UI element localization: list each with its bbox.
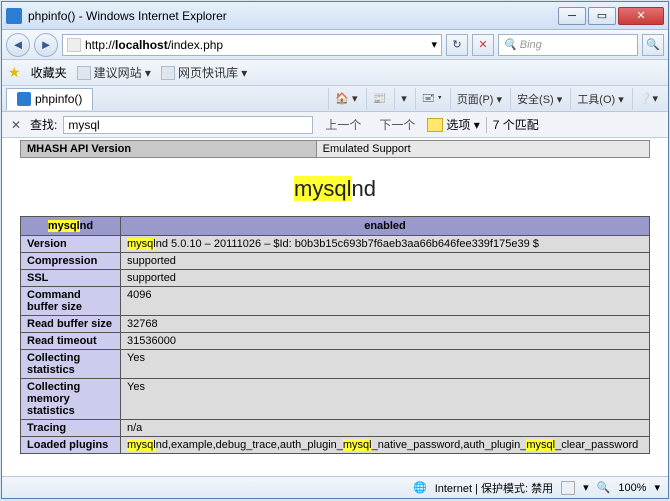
find-label: 查找: <box>30 116 57 133</box>
slice-icon <box>161 66 175 80</box>
mhash-key: MHASH API Version <box>21 141 317 158</box>
status-bar: 🌐 Internet | 保护模式: 禁用 ▾ 🔍 100% ▾ <box>2 476 668 498</box>
favorites-bar: ★ 收藏夹 建议网站 ▾ 网页快讯库 ▾ <box>2 60 668 86</box>
mhash-table: MHASH API Version Emulated Support <box>20 140 650 158</box>
tab-phpinfo[interactable]: phpinfo() <box>6 88 93 110</box>
table-row-value: Yes <box>121 350 650 379</box>
titlebar: phpinfo() - Windows Internet Explorer ─ … <box>2 2 668 30</box>
table-row-value: 32768 <box>121 316 650 333</box>
table-row-key: Collecting statistics <box>21 350 121 379</box>
page-icon <box>67 38 81 52</box>
ie-icon <box>6 8 22 24</box>
table-row-value: mysqlnd 5.0.10 – 20111026 – $Id: b0b3b15… <box>121 236 650 253</box>
address-bar[interactable]: http://localhost/index.php ▾ <box>62 34 442 56</box>
section-heading-mysqlnd: mysqlnd <box>20 176 650 202</box>
page-content: MHASH API Version Emulated Support mysql… <box>2 138 668 476</box>
find-match-count: 7 个匹配 <box>493 116 539 133</box>
table-row-key: Version <box>21 236 121 253</box>
mysqlnd-table: mysqlnd enabled Versionmysqlnd 5.0.10 – … <box>20 216 650 454</box>
table-row-key: Tracing <box>21 420 121 437</box>
highlight-icon <box>427 118 443 132</box>
zoom-icon[interactable]: 🔍 <box>597 481 611 494</box>
search-box[interactable]: 🔍 Bing <box>498 34 638 56</box>
fav-suggested-sites[interactable]: 建议网站 ▾ <box>77 64 151 81</box>
table-row-key: Collecting memory statistics <box>21 379 121 420</box>
zoom-dropdown[interactable]: ▾ <box>583 481 589 494</box>
search-icon: 🔍 <box>503 38 517 51</box>
refresh-button[interactable]: ↻ <box>446 34 468 56</box>
url-text: http://localhost/index.php <box>85 38 427 52</box>
print-button[interactable]: 🖃 ▾ <box>415 88 448 110</box>
find-bar: ✕ 查找: 上一个 下一个 选项 ▾ 7 个匹配 <box>2 112 668 138</box>
tools-menu[interactable]: 工具(O) ▾ <box>570 88 629 110</box>
table-row-value: supported <box>121 253 650 270</box>
table-header-enabled: enabled <box>121 217 650 236</box>
table-row-value: Yes <box>121 379 650 420</box>
read-mail-button[interactable]: ▾ <box>394 88 413 110</box>
window-title: phpinfo() - Windows Internet Explorer <box>28 9 556 23</box>
safety-menu[interactable]: 安全(S) ▾ <box>510 88 568 110</box>
table-row-value: 4096 <box>121 287 650 316</box>
page-menu[interactable]: 页面(P) ▾ <box>450 88 508 110</box>
security-zone: Internet | 保护模式: 禁用 <box>435 480 553 496</box>
table-row-key: Compression <box>21 253 121 270</box>
close-button[interactable]: ✕ <box>618 7 664 25</box>
table-row-key: Read timeout <box>21 333 121 350</box>
find-prev-button[interactable]: 上一个 <box>319 114 367 135</box>
stop-button[interactable]: ✕ <box>472 34 494 56</box>
table-row-key: Read buffer size <box>21 316 121 333</box>
favorites-star-icon[interactable]: ★ <box>8 64 21 81</box>
tab-bar: phpinfo() 🏠 ▾ 📰 ▾ 🖃 ▾ 页面(P) ▾ 安全(S) ▾ 工具… <box>2 86 668 112</box>
find-next-button[interactable]: 下一个 <box>373 114 421 135</box>
search-placeholder: Bing <box>520 39 542 51</box>
mhash-val: Emulated Support <box>316 141 649 158</box>
table-row-key: Loaded plugins <box>21 437 121 454</box>
tab-label: phpinfo() <box>35 92 82 106</box>
feeds-button[interactable]: 📰 <box>366 88 393 110</box>
folder-icon <box>77 66 91 80</box>
table-row-value: mysqlnd,example,debug_trace,auth_plugin_… <box>121 437 650 454</box>
table-row-key: SSL <box>21 270 121 287</box>
fav-web-slice[interactable]: 网页快讯库 ▾ <box>161 64 247 81</box>
table-header-name: mysqlnd <box>21 217 121 236</box>
table-row-value: n/a <box>121 420 650 437</box>
home-button[interactable]: 🏠 ▾ <box>328 88 363 110</box>
table-row-value: 31536000 <box>121 333 650 350</box>
help-button[interactable]: ❔▾ <box>632 88 664 110</box>
find-highlight-toggle[interactable]: 选项 ▾ <box>427 116 479 133</box>
zoom-level: 100% <box>618 482 646 494</box>
nav-bar: ◄ ► http://localhost/index.php ▾ ↻ ✕ 🔍 B… <box>2 30 668 60</box>
forward-button[interactable]: ► <box>34 33 58 57</box>
dropdown-icon[interactable]: ▾ <box>431 38 437 51</box>
globe-icon: 🌐 <box>413 481 427 494</box>
search-go-button[interactable]: 🔍 <box>642 34 664 56</box>
maximize-button[interactable]: ▭ <box>588 7 616 25</box>
command-bar: 🏠 ▾ 📰 ▾ 🖃 ▾ 页面(P) ▾ 安全(S) ▾ 工具(O) ▾ ❔▾ <box>328 88 664 110</box>
favorites-label[interactable]: 收藏夹 <box>31 64 67 81</box>
table-row-key: Command buffer size <box>21 287 121 316</box>
back-button[interactable]: ◄ <box>6 33 30 57</box>
zoom-menu[interactable]: ▾ <box>654 481 660 494</box>
find-close-button[interactable]: ✕ <box>8 117 24 133</box>
ie-page-icon <box>17 92 31 106</box>
find-input[interactable] <box>63 116 313 134</box>
protected-mode-icon <box>561 481 575 495</box>
minimize-button[interactable]: ─ <box>558 7 586 25</box>
table-row-value: supported <box>121 270 650 287</box>
